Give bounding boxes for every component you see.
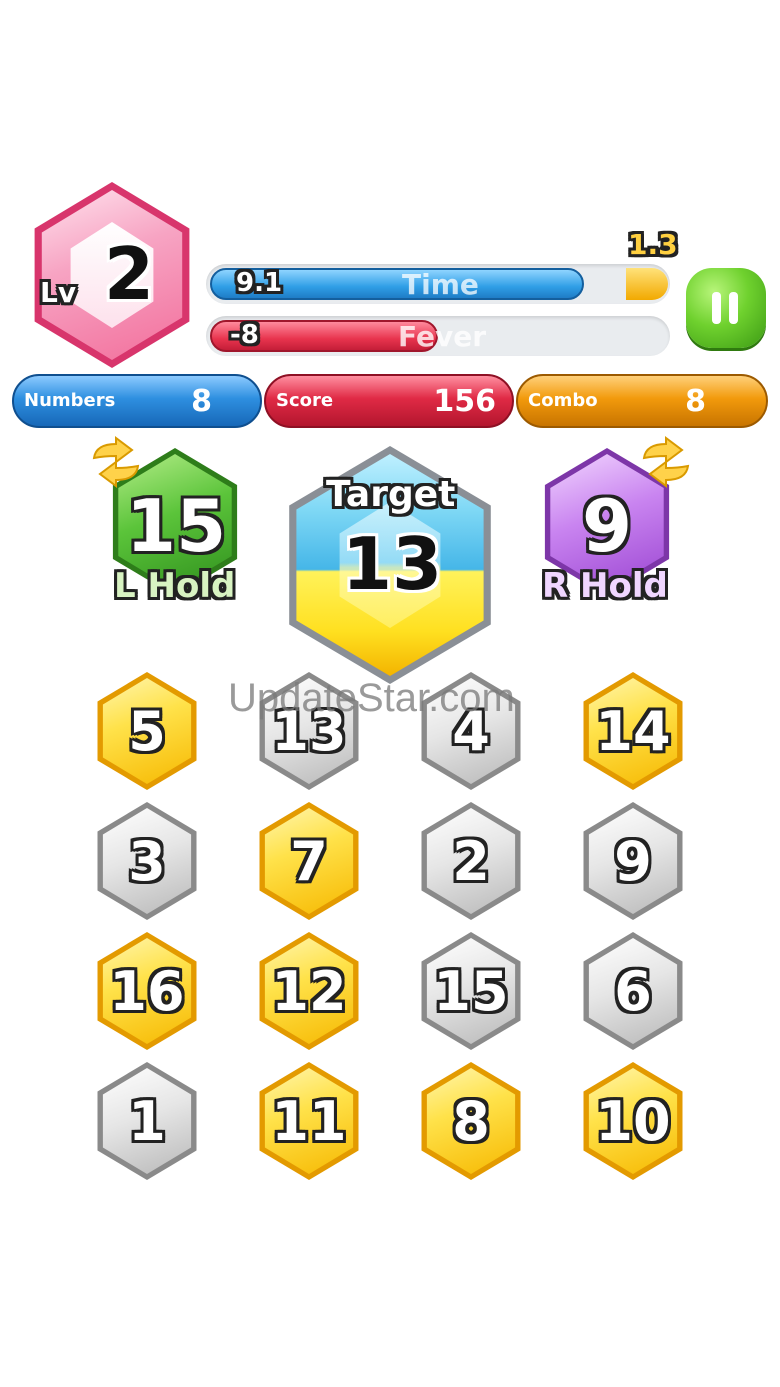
numbers-pill: Numbers 8 — [12, 374, 262, 428]
left-hold-value: 15 — [126, 484, 227, 568]
left-swap-icon[interactable] — [86, 436, 146, 488]
tile-number: 2 — [452, 829, 490, 893]
fever-label: Fever — [398, 320, 487, 353]
right-hold-value: 9 — [582, 484, 633, 568]
level-value: 2 — [104, 232, 155, 316]
time-bonus: 1.3 — [628, 228, 678, 261]
time-bar: 9.1 Time — [206, 264, 670, 304]
number-tile[interactable]: 11 — [254, 1062, 364, 1180]
number-tile[interactable]: 10 — [578, 1062, 688, 1180]
number-tile[interactable]: 7 — [254, 802, 364, 920]
tile-number: 1 — [128, 1089, 166, 1153]
tile-number: 7 — [290, 829, 328, 893]
number-tile[interactable]: 5 — [92, 672, 202, 790]
number-tile[interactable]: 14 — [578, 672, 688, 790]
number-tile[interactable]: 6 — [578, 932, 688, 1050]
combo-pill: Combo 8 — [516, 374, 768, 428]
number-tile[interactable]: 15 — [416, 932, 526, 1050]
left-hold-label: L Hold — [114, 566, 236, 606]
score-label: Score — [276, 390, 334, 411]
tile-number: 12 — [271, 959, 347, 1023]
number-tile[interactable]: 12 — [254, 932, 364, 1050]
number-tile[interactable]: 16 — [92, 932, 202, 1050]
tile-number: 16 — [109, 959, 185, 1023]
tile-number: 9 — [614, 829, 652, 893]
right-hold-label: R Hold — [542, 566, 668, 606]
tile-number: 5 — [128, 699, 166, 763]
number-tile[interactable]: 8 — [416, 1062, 526, 1180]
right-swap-icon[interactable] — [636, 436, 696, 488]
tile-number: 10 — [595, 1089, 671, 1153]
tile-number: 14 — [595, 699, 671, 763]
target-label: Target — [326, 474, 456, 515]
pause-icon — [712, 292, 740, 324]
time-value: 9.1 — [236, 268, 283, 298]
score-pill: Score 156 — [264, 374, 514, 428]
combo-value: 8 — [685, 384, 706, 419]
combo-label: Combo — [528, 390, 598, 411]
tile-number: 3 — [128, 829, 166, 893]
number-tile[interactable]: 3 — [92, 802, 202, 920]
pause-button[interactable] — [686, 268, 766, 348]
tile-number: 8 — [452, 1089, 490, 1153]
numbers-value: 8 — [191, 384, 212, 419]
target-value: 13 — [342, 522, 443, 606]
tile-number: 11 — [271, 1089, 347, 1153]
fever-value: -8 — [230, 320, 259, 350]
numbers-label: Numbers — [24, 390, 116, 411]
score-value: 156 — [433, 384, 496, 419]
tile-number: 6 — [614, 959, 652, 1023]
tile-number: 15 — [433, 959, 509, 1023]
number-tile[interactable]: 2 — [416, 802, 526, 920]
time-bar-bonus-segment — [626, 268, 668, 300]
level-label: Lv — [40, 276, 77, 309]
time-label: Time — [402, 268, 479, 301]
fever-bar: -8 Fever — [206, 316, 670, 356]
watermark: UpdateStar.com — [228, 676, 515, 720]
number-tile[interactable]: 9 — [578, 802, 688, 920]
number-tile[interactable]: 1 — [92, 1062, 202, 1180]
